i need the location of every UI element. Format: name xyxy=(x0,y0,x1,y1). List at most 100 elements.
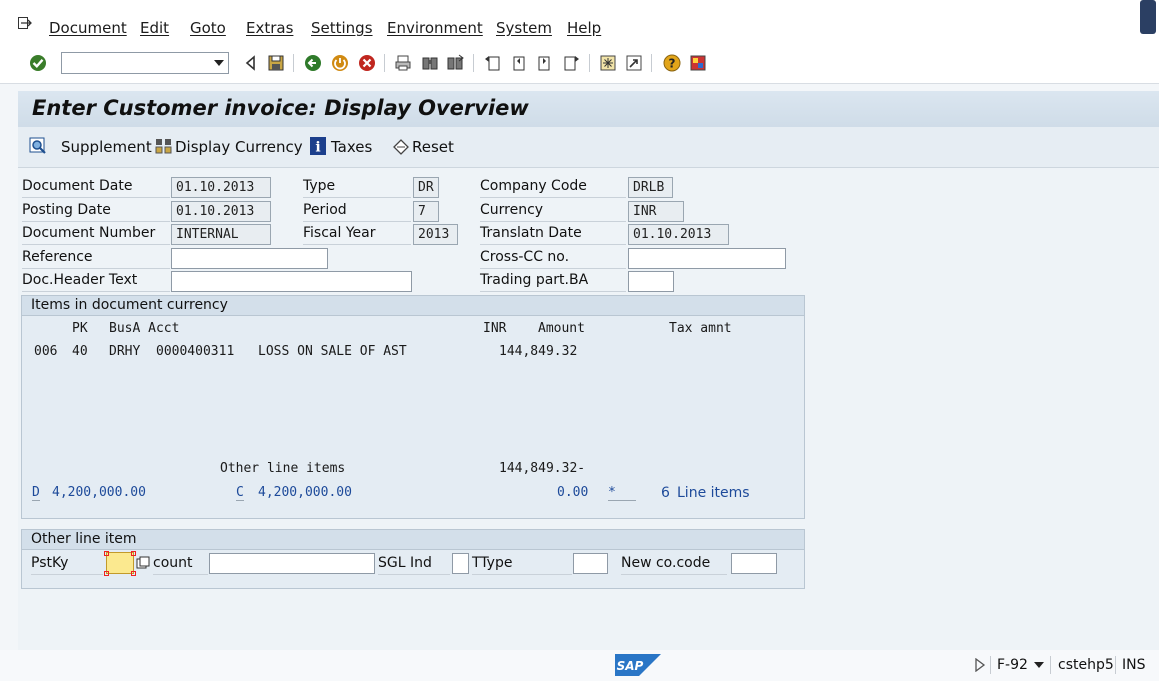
enter-icon[interactable] xyxy=(28,53,48,73)
fiscal-year-label: Fiscal Year xyxy=(303,225,411,245)
cross-cc-label: Cross-CC no. xyxy=(480,249,626,269)
translatn-date-field[interactable]: 01.10.2013 xyxy=(628,224,729,245)
back-green-icon[interactable] xyxy=(303,53,323,73)
currency-field[interactable]: INR xyxy=(628,201,684,222)
type-field[interactable]: DR xyxy=(413,177,439,198)
insert-mode: INS xyxy=(1122,657,1146,673)
toolbar-separator xyxy=(293,54,294,72)
first-page-icon[interactable] xyxy=(483,53,503,73)
create-session-icon[interactable] xyxy=(598,53,618,73)
window-scroll-thumb[interactable] xyxy=(1140,0,1156,34)
credit-prefix: C xyxy=(236,485,244,501)
reference-input[interactable] xyxy=(171,248,328,269)
find-next-icon[interactable] xyxy=(445,53,465,73)
display-currency-icon[interactable] xyxy=(154,136,174,156)
document-date-label: Document Date xyxy=(22,178,170,198)
menu-document[interactable]: Document xyxy=(49,19,127,37)
document-number-field[interactable]: INTERNAL xyxy=(171,224,271,245)
ttype-input[interactable] xyxy=(573,553,608,574)
sap-logo-text: SAP xyxy=(617,659,644,673)
shortcut-icon[interactable] xyxy=(624,53,644,73)
sap-logo: SAP xyxy=(614,653,662,677)
row-pk: 40 xyxy=(72,344,88,359)
cross-cc-input[interactable] xyxy=(628,248,786,269)
status-expand-icon[interactable] xyxy=(974,658,986,672)
selection-handle xyxy=(104,551,109,556)
command-field[interactable] xyxy=(61,52,229,74)
trading-part-label: Trading part.BA xyxy=(480,272,626,292)
document-date-field[interactable]: 01.10.2013 xyxy=(171,177,271,198)
reset-icon[interactable] xyxy=(391,136,411,156)
other-line-item-group: Other line item PstKy count SGL Ind TTyp… xyxy=(21,529,805,589)
info-icon[interactable]: i xyxy=(309,136,327,156)
ttype-label: TType xyxy=(472,555,572,575)
new-co-code-input[interactable] xyxy=(731,553,777,574)
company-code-field[interactable]: DRLB xyxy=(628,177,673,198)
menu-settings[interactable]: Settings xyxy=(311,19,373,37)
back-icon[interactable] xyxy=(241,53,261,73)
type-label: Type xyxy=(303,178,411,198)
customize-layout-icon[interactable] xyxy=(688,53,708,73)
last-page-icon[interactable] xyxy=(561,53,581,73)
prev-page-icon[interactable] xyxy=(508,53,528,73)
chevron-down-icon[interactable] xyxy=(214,60,224,66)
search-help-icon[interactable] xyxy=(136,556,150,570)
other-line-items-amount: 144,849.32- xyxy=(499,461,586,476)
fiscal-year-field[interactable]: 2013 xyxy=(413,224,458,245)
period-field[interactable]: 7 xyxy=(413,201,439,222)
title-bar: Enter Customer invoice: Display Overview xyxy=(18,91,1159,127)
col-pk-header: PK xyxy=(72,321,88,336)
selection-handle xyxy=(104,571,109,576)
trading-part-input[interactable] xyxy=(628,271,674,292)
menu-extras[interactable]: Extras xyxy=(246,19,293,37)
status-separator xyxy=(1050,656,1051,674)
sgl-ind-label: SGL Ind xyxy=(378,555,450,575)
col-amount-header: Amount xyxy=(538,321,585,336)
menu-goto[interactable]: Goto xyxy=(190,19,226,37)
pstky-label: PstKy xyxy=(31,555,103,575)
status-separator xyxy=(990,656,991,674)
menu-icon[interactable] xyxy=(18,17,32,29)
account-input[interactable] xyxy=(209,553,375,574)
next-page-icon[interactable] xyxy=(535,53,555,73)
line-items-link[interactable]: Line items xyxy=(677,485,750,501)
chevron-down-icon[interactable] xyxy=(1034,662,1044,668)
find-icon[interactable] xyxy=(420,53,440,73)
save-icon[interactable] xyxy=(266,53,286,73)
debit-total: 4,200,000.00 xyxy=(52,485,146,500)
currency-label: Currency xyxy=(480,202,626,222)
menu-edit[interactable]: Edit xyxy=(140,19,169,37)
sap-logo-graphic: SAP xyxy=(615,654,661,676)
transaction-code[interactable]: F-92 xyxy=(997,657,1028,673)
print-icon[interactable] xyxy=(393,53,413,73)
reset-button[interactable]: Reset xyxy=(412,138,454,156)
menu-help[interactable]: Help xyxy=(567,19,601,37)
toolbar-separator xyxy=(384,54,385,72)
display-currency-button[interactable]: Display Currency xyxy=(175,138,303,156)
status-bar: SAP F-92 cstehp5 INS xyxy=(0,650,1159,681)
content-area: Document Date 01.10.2013 Posting Date 01… xyxy=(18,168,1159,650)
row-account: 0000400311 xyxy=(156,344,235,359)
supplement-icon[interactable] xyxy=(28,136,48,156)
debit-prefix: D xyxy=(32,485,40,501)
menu-system[interactable]: System xyxy=(496,19,552,37)
toolbar-separator xyxy=(589,54,590,72)
items-group: Items in document currency PK BusA Acct … xyxy=(21,295,805,519)
menu-environment[interactable]: Environment xyxy=(387,19,483,37)
page-title: Enter Customer invoice: Display Overview xyxy=(32,96,529,120)
sgl-ind-input[interactable] xyxy=(452,553,469,574)
exit-icon[interactable] xyxy=(330,53,350,73)
posting-date-field[interactable]: 01.10.2013 xyxy=(171,201,271,222)
taxes-button[interactable]: Taxes xyxy=(331,138,372,156)
doc-header-text-label: Doc.Header Text xyxy=(22,272,170,292)
supplement-button[interactable]: Supplement xyxy=(61,138,152,156)
menu-bar: Document Edit Goto Extras Settings Envir… xyxy=(0,0,1159,45)
selection-handle xyxy=(131,571,136,576)
row-busa: DRHY xyxy=(109,344,141,359)
help-icon[interactable]: ? xyxy=(662,53,682,73)
items-group-title: Items in document currency xyxy=(22,296,804,316)
status-separator xyxy=(1115,656,1116,674)
cancel-icon[interactable] xyxy=(357,53,377,73)
doc-header-text-input[interactable] xyxy=(171,271,412,292)
pstky-input[interactable] xyxy=(106,552,134,574)
